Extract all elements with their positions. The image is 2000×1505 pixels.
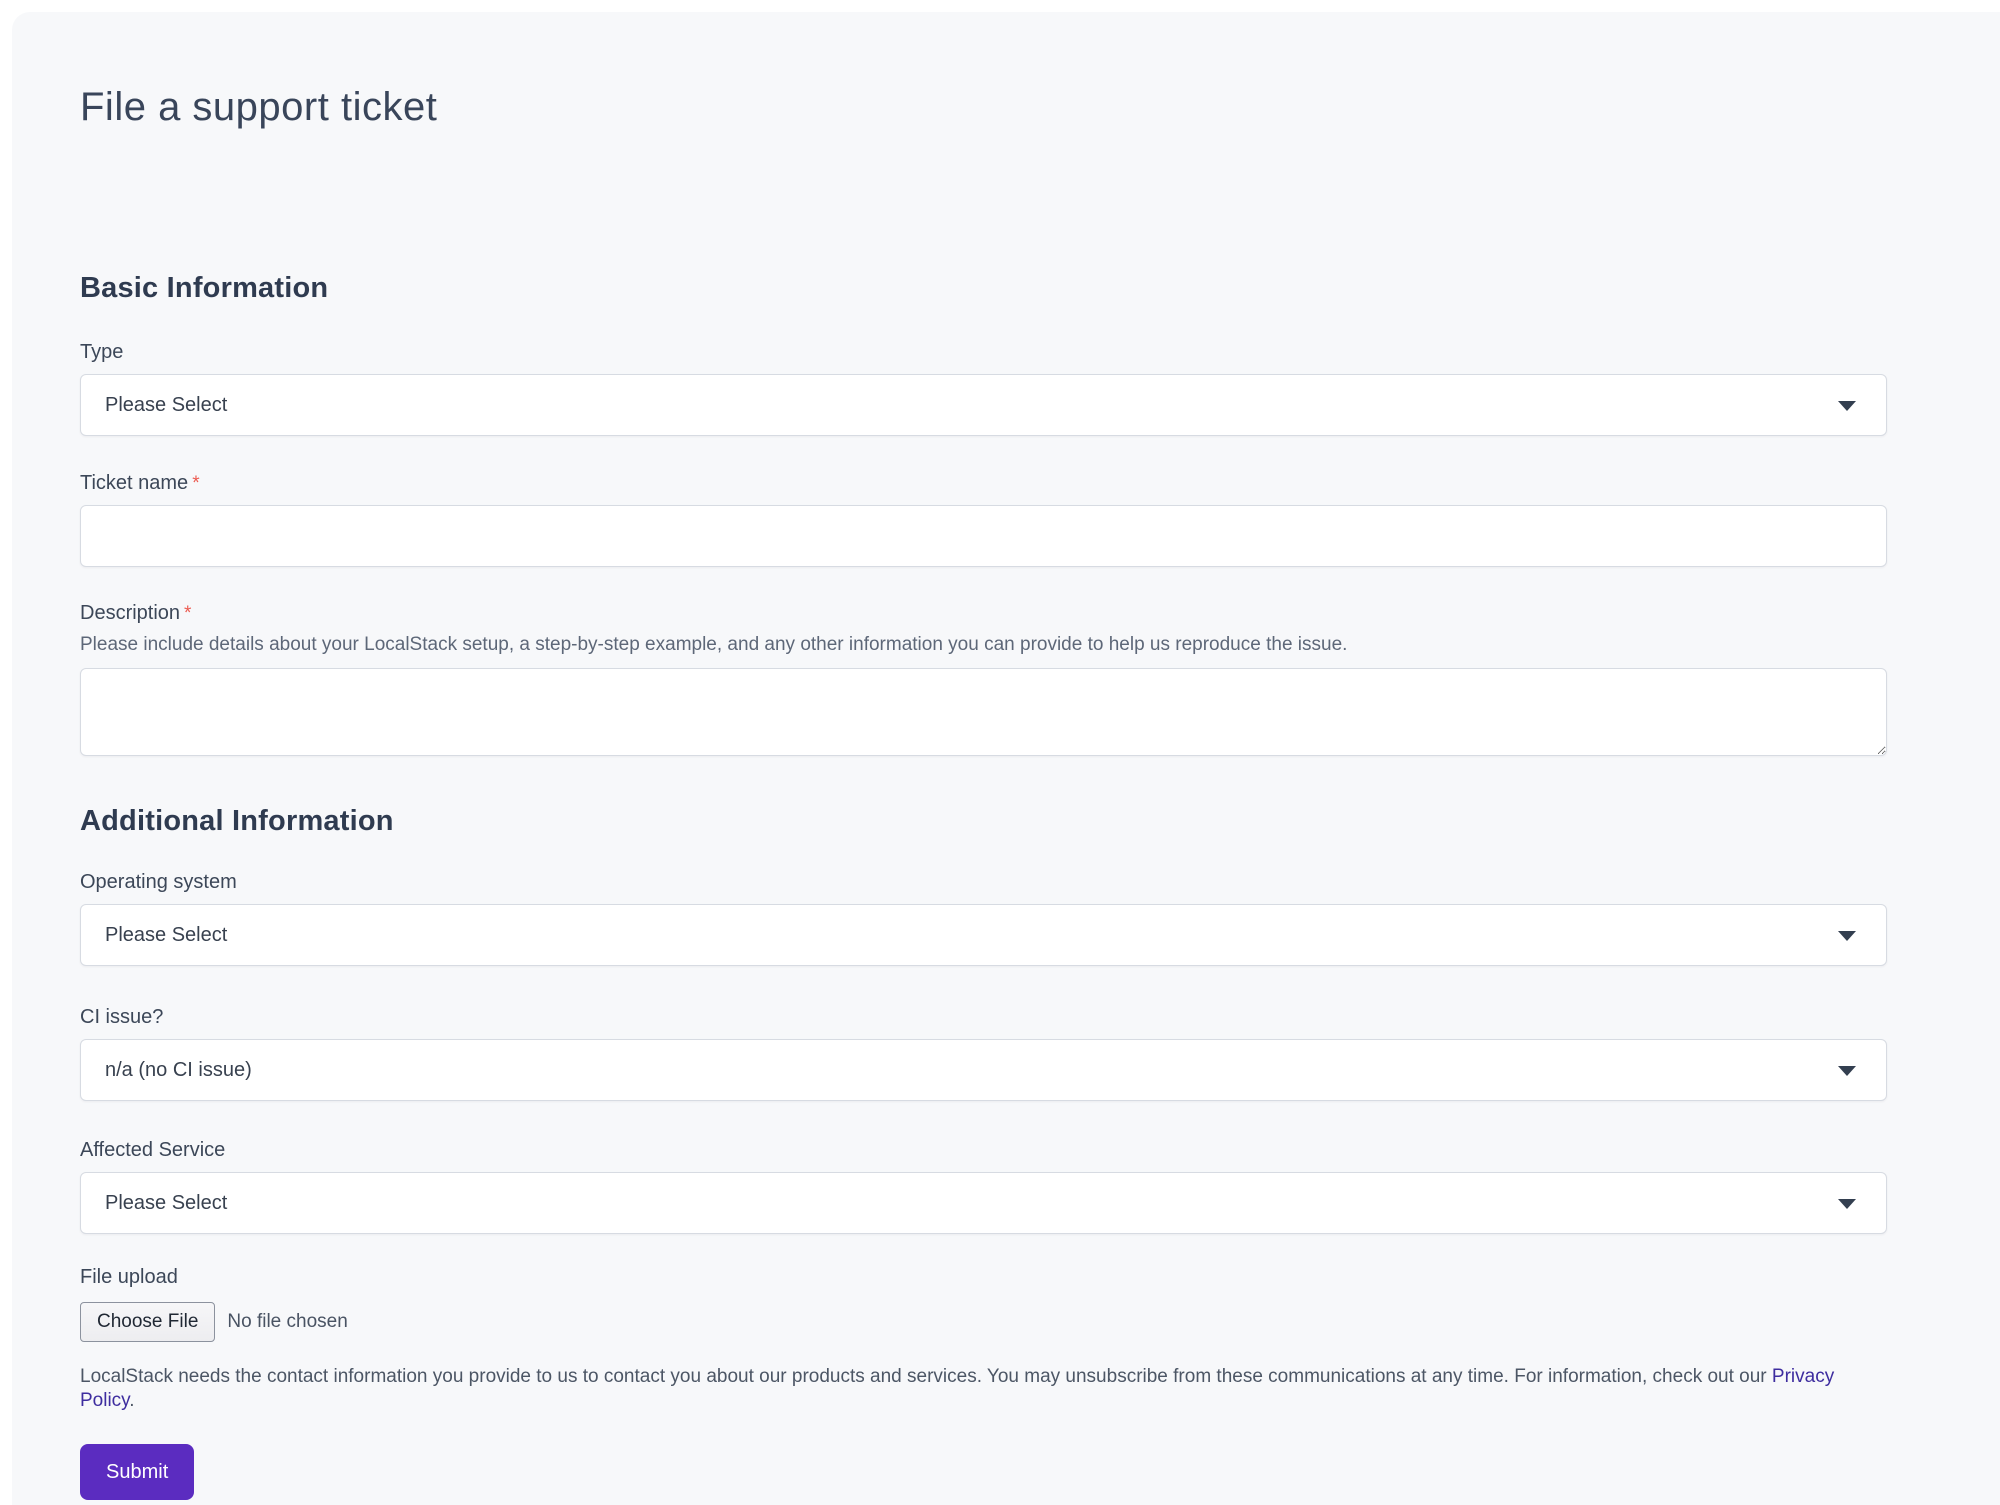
- privacy-text-period: .: [129, 1390, 134, 1411]
- type-select-value: Please Select: [105, 394, 227, 417]
- section-heading-additional-information: Additional Information: [80, 805, 1887, 838]
- operating-system-label: Operating system: [80, 871, 1887, 894]
- required-asterisk: *: [192, 473, 199, 494]
- description-textarea[interactable]: [80, 668, 1887, 756]
- affected-service-select[interactable]: Please Select: [80, 1172, 1887, 1234]
- support-ticket-page: File a support ticket Basic Information …: [12, 12, 2000, 1505]
- type-label: Type: [80, 341, 1887, 364]
- chevron-down-icon: [1838, 1199, 1856, 1209]
- file-upload-label: File upload: [80, 1266, 1887, 1289]
- description-label: Description*: [80, 602, 1887, 625]
- ci-issue-label: CI issue?: [80, 1006, 1887, 1029]
- affected-service-label: Affected Service: [80, 1139, 1887, 1162]
- affected-service-select-value: Please Select: [105, 1192, 227, 1215]
- chevron-down-icon: [1838, 931, 1856, 941]
- page-title: File a support ticket: [80, 85, 1887, 130]
- type-select[interactable]: Please Select: [80, 374, 1887, 436]
- privacy-notice: LocalStack needs the contact information…: [80, 1365, 1887, 1413]
- operating-system-select-value: Please Select: [105, 924, 227, 947]
- ci-issue-select-value: n/a (no CI issue): [105, 1059, 252, 1082]
- ci-issue-select[interactable]: n/a (no CI issue): [80, 1039, 1887, 1101]
- required-asterisk: *: [184, 603, 191, 624]
- section-heading-basic-information: Basic Information: [80, 272, 1887, 305]
- choose-file-button[interactable]: Choose File: [80, 1302, 215, 1342]
- operating-system-select[interactable]: Please Select: [80, 904, 1887, 966]
- chevron-down-icon: [1838, 401, 1856, 411]
- privacy-text: LocalStack needs the contact information…: [80, 1366, 1772, 1387]
- submit-button[interactable]: Submit: [80, 1444, 194, 1500]
- ticket-name-label: Ticket name*: [80, 472, 1887, 495]
- chevron-down-icon: [1838, 1066, 1856, 1076]
- file-upload-control: Choose File No file chosen: [80, 1302, 1887, 1342]
- description-help-text: Please include details about your LocalS…: [80, 633, 1887, 657]
- file-upload-status: No file chosen: [227, 1311, 347, 1333]
- ticket-name-input[interactable]: [80, 505, 1887, 567]
